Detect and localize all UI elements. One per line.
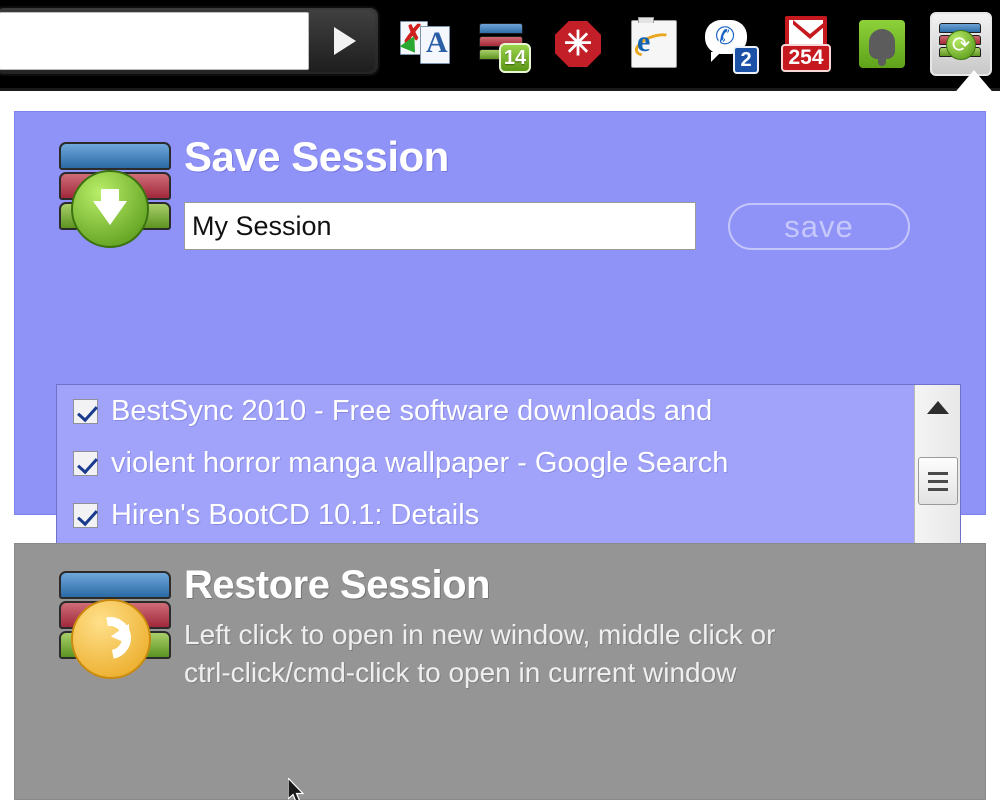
tab-list-item[interactable]: violent horror manga wallpaper - Google … [57,437,960,489]
download-arrow-icon [93,189,127,225]
redo-arrow-icon [80,608,140,668]
address-bar-container [0,6,380,76]
restore-instructions-line2: ctrl-click/cmd-click to open in current … [184,657,737,688]
play-triangle-icon [334,27,356,55]
save-button[interactable]: save [728,203,910,250]
noscript-icon-button[interactable]: ✳ [550,15,606,73]
gmail-icon-button[interactable]: 254 [778,15,834,73]
popup-pointer-arrow [952,70,996,96]
scrollbar-thumb[interactable] [918,457,958,505]
restore-session-icon [51,571,179,683]
session-restore-icon-button[interactable]: ⟳ [930,12,992,76]
tab-checkbox[interactable] [73,398,98,424]
tab-title: violent horror manga wallpaper - Google … [111,446,729,479]
address-bar-input[interactable] [0,12,309,70]
session-restore-icon: ⟳ [939,22,983,66]
evernote-icon [859,20,905,68]
gmail-icon: 254 [781,16,831,72]
save-session-panel: BestSync 2010 - Free software downloads … [14,111,986,576]
chevron-up-icon [927,400,949,414]
noscript-octagon-icon: ✳ [555,21,601,67]
translate-icon-button[interactable]: ✗ A [398,15,454,73]
session-stack-icon: 14 [479,21,531,73]
tab-checkbox[interactable] [73,502,98,528]
ie-tab-icon: e [631,17,677,68]
go-button[interactable] [309,10,375,72]
google-voice-icon: ✆ 2 [705,20,759,74]
tab-list-item[interactable]: Hiren's BootCD 10.1: Details [57,489,960,541]
save-session-icon [51,142,175,252]
tab-checkbox[interactable] [73,450,98,476]
session-manager-icon-button[interactable]: 14 [474,15,531,73]
toolbar-icon-strip: ✗ A 14 ✳ e ✆ 2 254 ⟳ [398,0,992,88]
voice-count-badge: 2 [733,46,759,74]
tab-title: Hiren's BootCD 10.1: Details [111,498,480,531]
ie-tab-icon-button[interactable]: e [626,15,682,73]
save-session-title: Save Session [184,133,449,180]
tab-list-item[interactable]: BestSync 2010 - Free software downloads … [57,385,960,437]
session-name-input[interactable] [184,202,696,250]
restore-session-title: Restore Session [184,563,490,607]
tab-title: BestSync 2010 - Free software downloads … [111,394,713,427]
restore-instructions-line1: Left click to open in new window, middle… [184,619,776,650]
gmail-unread-badge: 254 [781,44,831,72]
restore-session-instructions: Left click to open in new window, middle… [184,616,924,692]
session-count-badge: 14 [499,43,531,73]
translate-icon: ✗ A [399,18,452,70]
session-manager-popup: ✗ A 14 ✳ e ✆ 2 254 ⟳ BestSync 2010 - Fre… [0,0,1000,800]
browser-toolbar: ✗ A 14 ✳ e ✆ 2 254 ⟳ [0,0,1000,88]
scroll-up-button[interactable] [915,385,960,429]
google-voice-icon-button[interactable]: ✆ 2 [702,15,759,74]
evernote-icon-button[interactable] [854,15,910,73]
toolbar-divider [0,88,1000,91]
